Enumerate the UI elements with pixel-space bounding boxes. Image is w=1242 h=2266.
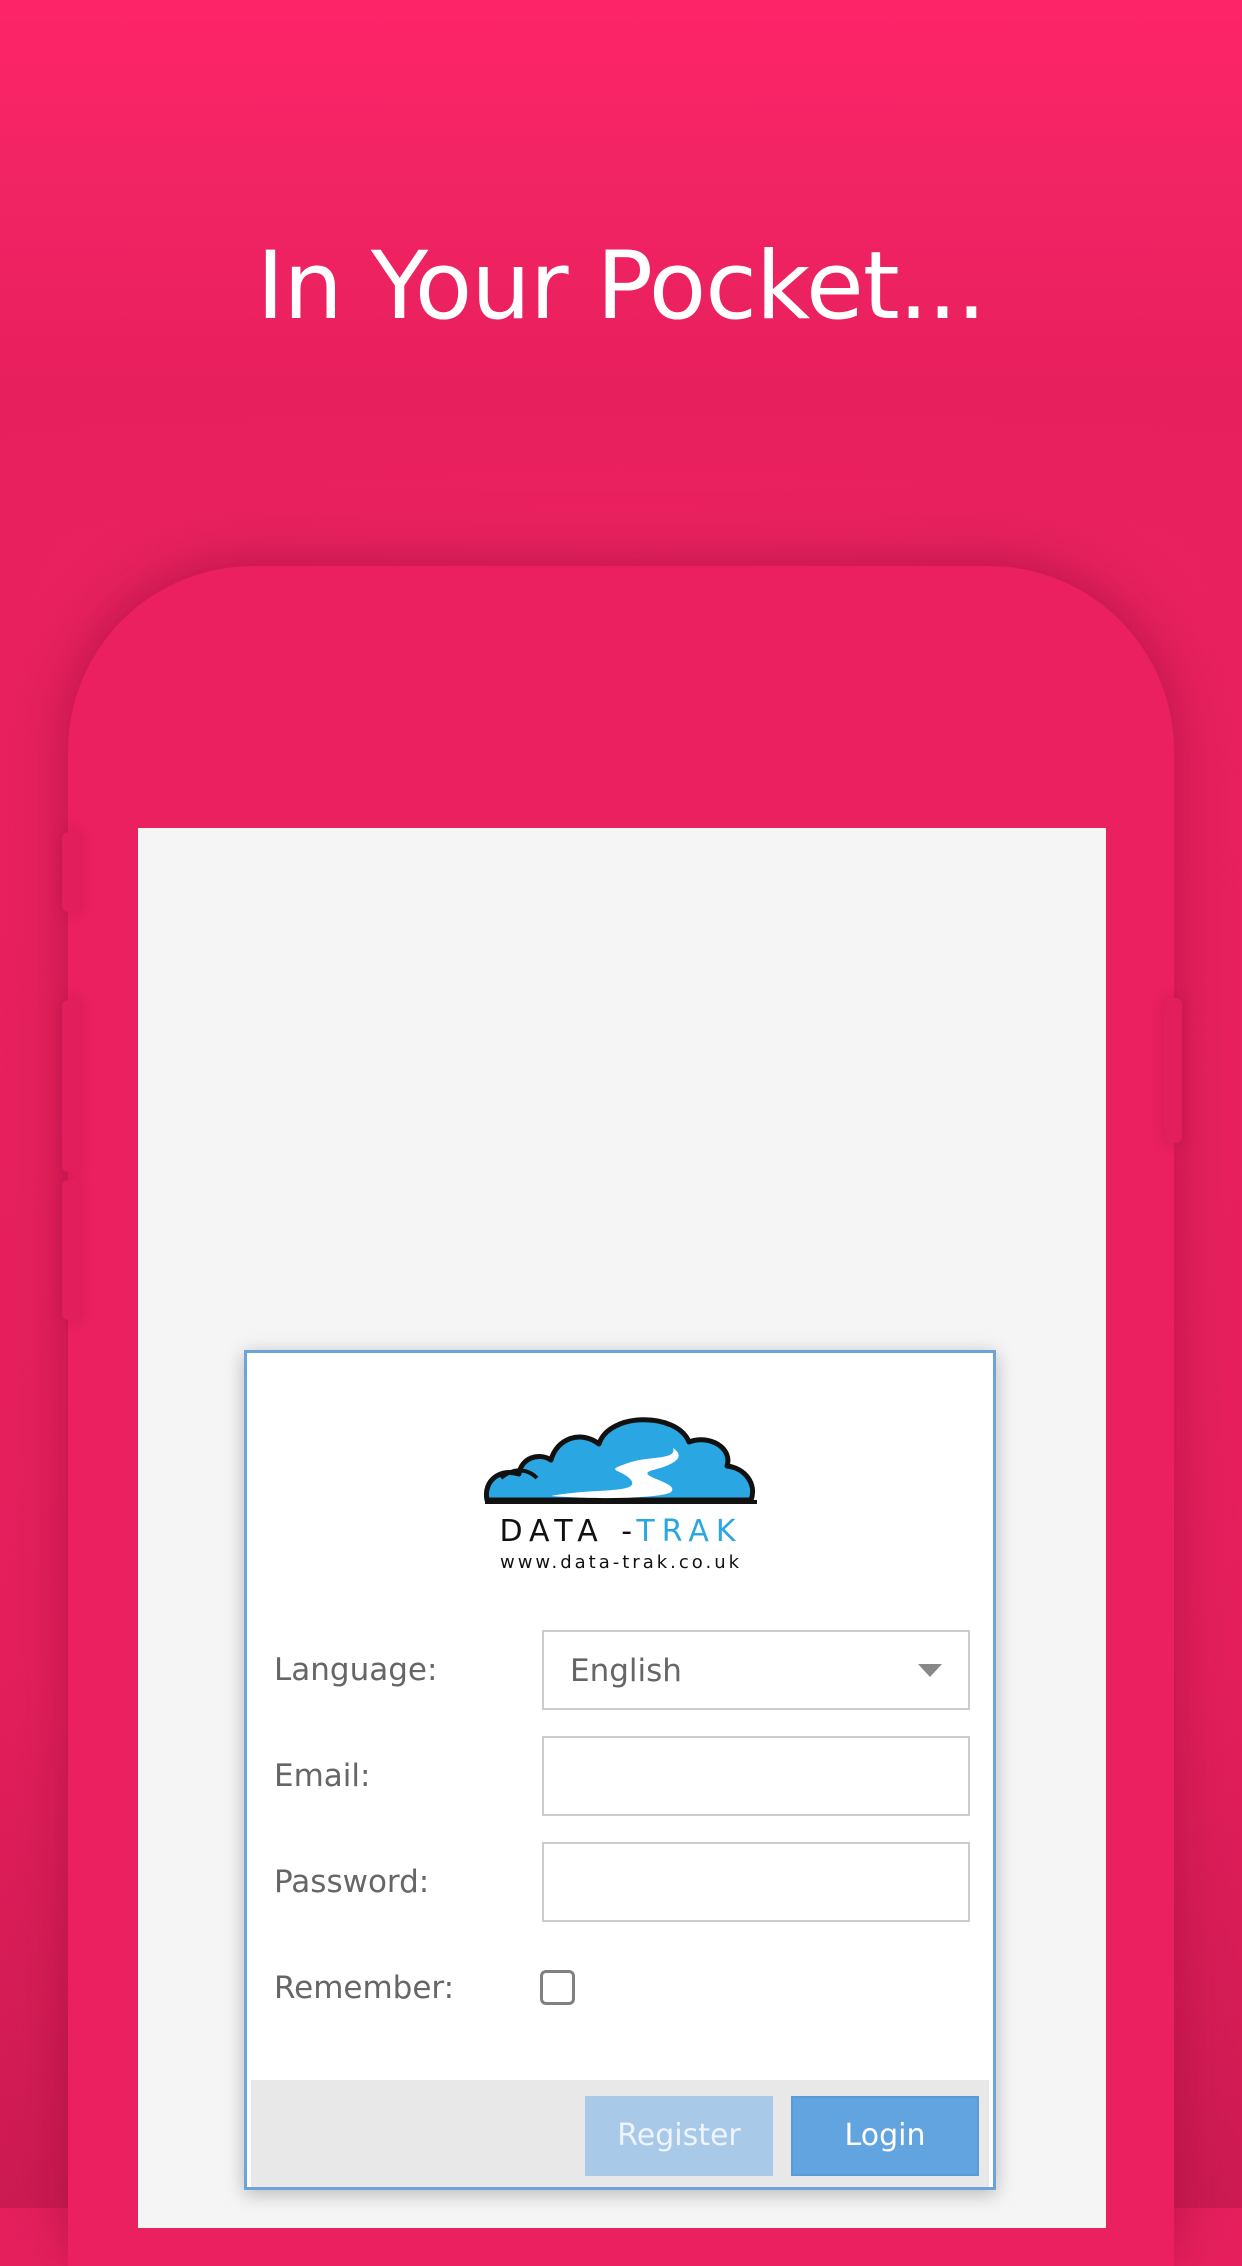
device-power-button	[1164, 998, 1182, 1143]
cloud-river-logo-icon	[483, 1417, 757, 1504]
login-card-footer: Register Login	[251, 2080, 989, 2187]
language-select[interactable]: English	[542, 1630, 970, 1710]
email-field[interactable]	[542, 1736, 970, 1816]
logo-url: www.data-trak.co.uk	[499, 1552, 743, 1573]
device-volume-down-button	[62, 1180, 80, 1320]
page-headline: In Your Pocket...	[256, 232, 987, 341]
device-mute-switch	[62, 832, 80, 912]
data-trak-logo: DATA -TRAK www.data-trak.co.uk	[481, 1408, 761, 1573]
email-label: Email:	[274, 1758, 371, 1794]
device-volume-up-button	[62, 1000, 80, 1172]
logo-word-trak: TRAK	[636, 1514, 743, 1549]
logo-word-data: DATA -	[499, 1514, 637, 1549]
dropdown-caret-icon	[918, 1664, 942, 1677]
language-label: Language:	[274, 1652, 438, 1688]
register-button[interactable]: Register	[585, 2096, 773, 2176]
password-label: Password:	[274, 1864, 430, 1900]
remember-label: Remember:	[274, 1970, 455, 2006]
login-card: DATA -TRAK www.data-trak.co.uk Language:…	[244, 1350, 996, 2190]
language-select-value: English	[570, 1653, 682, 1689]
password-field[interactable]	[542, 1842, 970, 1922]
logo-wordmark: DATA -TRAK	[481, 1514, 761, 1549]
remember-checkbox[interactable]	[540, 1970, 575, 2005]
login-button[interactable]: Login	[791, 2096, 979, 2176]
